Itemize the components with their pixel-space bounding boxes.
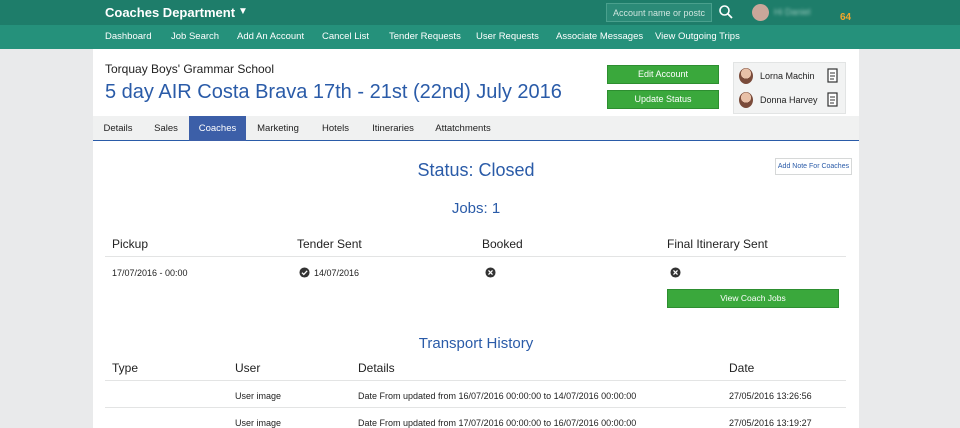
nav-tender-requests[interactable]: Tender Requests [389,31,461,42]
nav-add-account[interactable]: Add An Account [237,31,304,42]
x-circle-icon [670,267,681,278]
account-card: Torquay Boys' Grammar School 5 day AIR C… [93,49,859,428]
caret-down-icon[interactable]: ▼ [238,6,248,17]
divider [105,380,846,381]
add-note-button[interactable]: Add Note For Coaches [775,158,852,175]
tab-sales[interactable]: Sales [143,116,189,141]
history-date-cell: 27/05/2016 13:19:27 [729,418,812,428]
tab-attachments[interactable]: Attatchments [425,116,501,141]
column-header: Booked [482,237,523,251]
brand-title[interactable]: Coaches Department [105,5,235,20]
nav-dashboard[interactable]: Dashboard [105,31,151,42]
column-header: Details [358,361,395,375]
column-header: Final Itinerary Sent [667,237,768,251]
staff-row: Donna Harvey [739,90,843,110]
divider [105,256,846,257]
column-header: Pickup [112,237,149,251]
user-avatar[interactable] [752,4,769,21]
history-user-cell: User image [235,391,282,401]
check-circle-icon [299,267,310,278]
history-user-cell: User image [235,418,282,428]
staff-name: Donna Harvey [760,95,818,105]
history-date-cell: 27/05/2016 13:26:56 [729,391,812,401]
x-circle-icon [485,267,496,278]
update-status-button[interactable]: Update Status [607,90,719,109]
tab-itineraries[interactable]: Itineraries [361,116,425,141]
edit-note-icon[interactable] [827,68,839,83]
account-tabs: Details Sales Coaches Marketing Hotels I… [93,116,859,141]
jobs-heading: Jobs: 1 [451,200,501,217]
history-details-cell: Date From updated from 17/07/2016 00:00:… [358,418,637,428]
avatar [739,92,753,108]
divider [105,407,846,408]
tender-sent-cell: 14/07/2016 [314,268,360,278]
history-details-cell: Date From updated from 16/07/2016 00:00:… [358,391,637,401]
nav-user-requests[interactable]: User Requests [476,31,539,42]
search-input[interactable] [606,3,712,22]
column-header: Tender Sent [297,237,362,251]
tab-details[interactable]: Details [93,116,143,141]
edit-note-icon[interactable] [827,92,839,107]
transport-history-heading: Transport History [418,335,534,352]
view-coach-jobs-button[interactable]: View Coach Jobs [667,289,839,308]
search-icon[interactable] [718,4,734,20]
tab-hotels[interactable]: Hotels [310,116,361,141]
user-name[interactable]: Hi Daniel [774,7,811,17]
nav-associate-messages[interactable]: Associate Messages [556,31,643,42]
top-bar: Coaches Department ▼ Hi Daniel 64 [0,0,960,25]
tab-coaches[interactable]: Coaches [189,116,246,141]
staff-row: Lorna Machin [739,66,843,86]
edit-account-button[interactable]: Edit Account [607,65,719,84]
avatar [739,68,753,84]
pickup-cell: 17/07/2016 - 00:00 [112,268,188,278]
notification-badge[interactable]: 64 [840,12,851,23]
column-header: Type [112,361,139,375]
column-header: Date [729,361,755,375]
nav-cancel-list[interactable]: Cancel List [322,31,369,42]
main-nav: Dashboard Job Search Add An Account Canc… [0,25,960,49]
trip-title: 5 day AIR Costa Brava 17th - 21st (22nd)… [105,81,562,103]
staff-panel: Lorna Machin Donna Harvey [733,62,846,114]
nav-job-search[interactable]: Job Search [171,31,219,42]
nav-view-outgoing-trips[interactable]: View Outgoing Trips [655,31,740,42]
tab-marketing[interactable]: Marketing [246,116,310,141]
school-name: Torquay Boys' Grammar School [105,62,275,76]
column-header: User [235,361,261,375]
status-heading: Status: Closed [417,160,535,180]
staff-name: Lorna Machin [760,71,815,81]
